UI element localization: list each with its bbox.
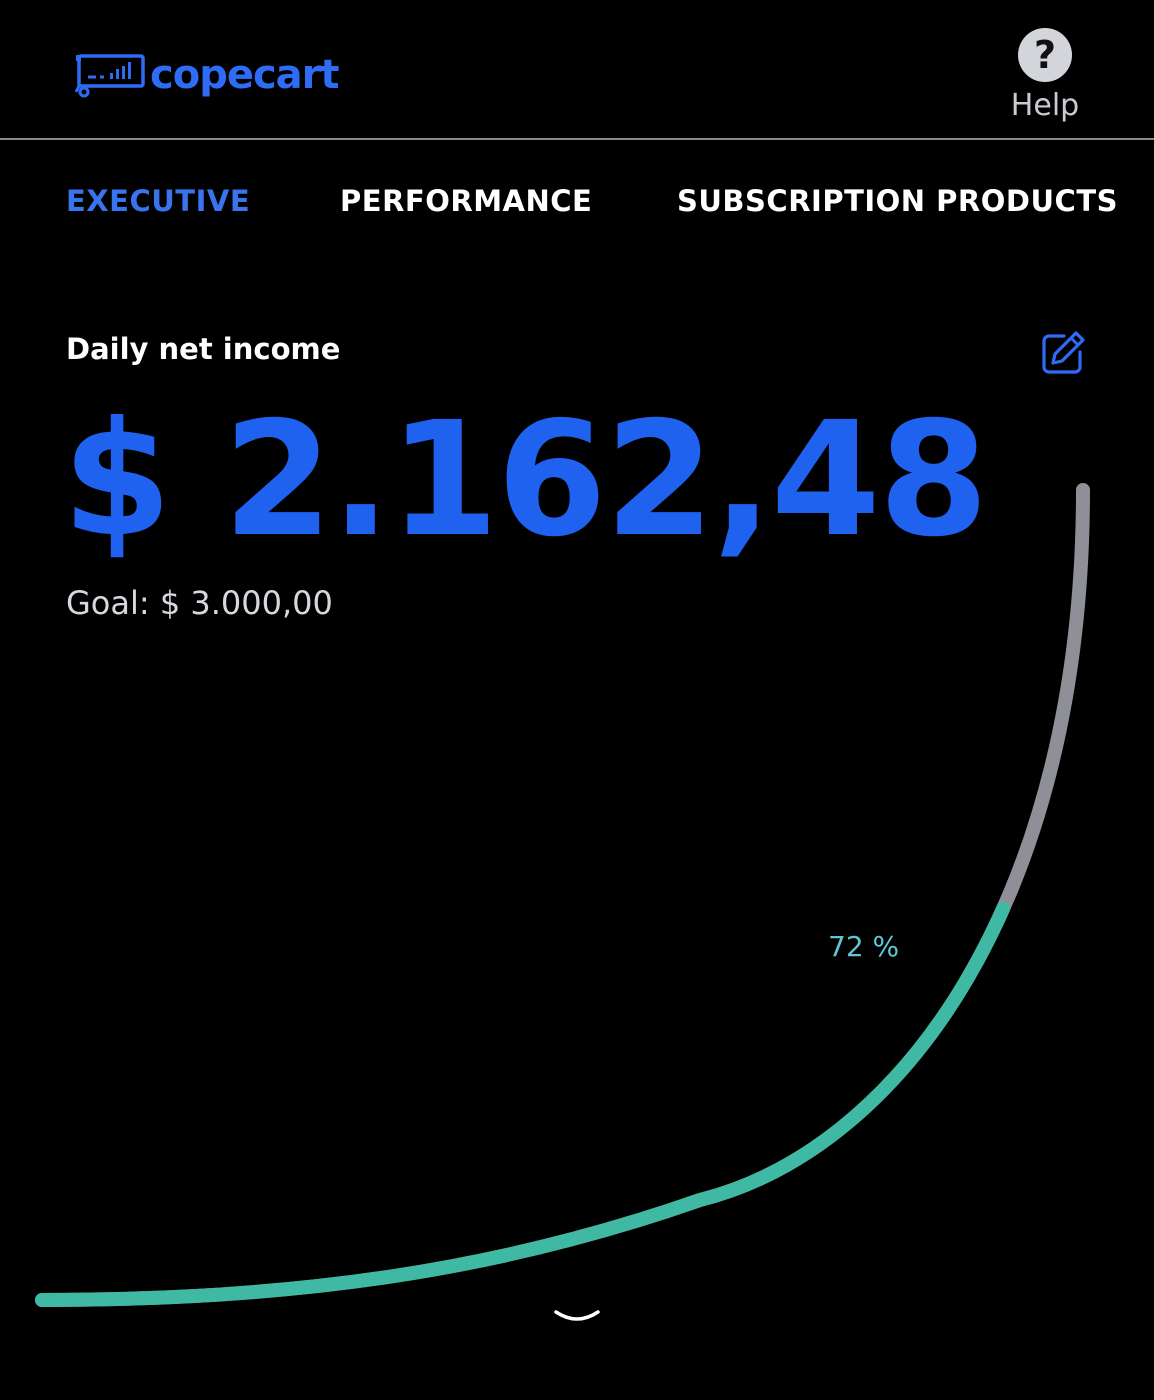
tab-executive[interactable]: EXECUTIVE <box>66 184 250 218</box>
question-circle-icon: ? <box>1018 28 1072 82</box>
brand-name: copecart <box>150 52 340 98</box>
income-title: Daily net income <box>66 332 341 366</box>
daily-net-income-amount: $ 2.162,48 <box>62 388 989 572</box>
pencil-square-icon[interactable] <box>1040 330 1086 376</box>
tab-subscription-products[interactable]: SUBSCRIPTION PRODUCTS <box>677 184 1118 218</box>
tab-performance[interactable]: PERFORMANCE <box>340 184 592 218</box>
income-goal: Goal: $ 3.000,00 <box>66 584 333 622</box>
cart-chart-icon <box>74 54 145 98</box>
dashboard-page: copecart ? Help EXECUTIVE PERFORMANCE SU… <box>0 0 1154 1400</box>
tab-bar: EXECUTIVE PERFORMANCE SUBSCRIPTION PRODU… <box>0 184 1154 228</box>
help-button[interactable]: ? Help <box>1010 28 1080 123</box>
chevron-down-icon[interactable] <box>552 1306 602 1330</box>
app-header: copecart ? Help <box>0 0 1154 140</box>
progress-percent-label: 72 % <box>828 930 900 963</box>
copecart-logo[interactable]: copecart <box>72 50 340 100</box>
help-label: Help <box>1010 88 1080 123</box>
